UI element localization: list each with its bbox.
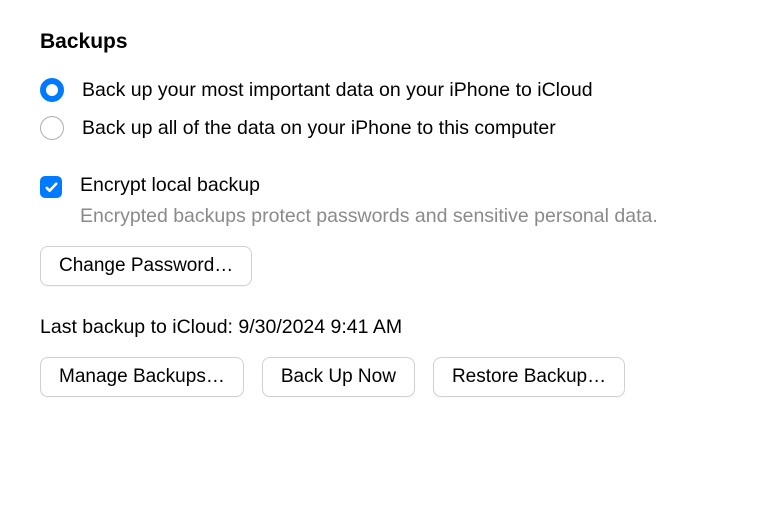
radio-icon <box>40 78 64 102</box>
restore-backup-button[interactable]: Restore Backup… <box>433 357 625 397</box>
section-title-backups: Backups <box>40 30 724 54</box>
radio-label-local: Back up all of the data on your iPhone t… <box>82 117 556 140</box>
last-backup-text: Last backup to iCloud: 9/30/2024 9:41 AM <box>40 316 724 339</box>
back-up-now-button[interactable]: Back Up Now <box>262 357 415 397</box>
manage-backups-button[interactable]: Manage Backups… <box>40 357 244 397</box>
checkbox-label-encrypt: Encrypt local backup <box>80 174 658 197</box>
radio-icon <box>40 116 64 140</box>
radio-row-icloud[interactable]: Back up your most important data on your… <box>40 78 724 102</box>
radio-row-local[interactable]: Back up all of the data on your iPhone t… <box>40 116 724 140</box>
button-row-actions: Manage Backups… Back Up Now Restore Back… <box>40 357 724 397</box>
checkbox-text-wrap: Encrypt local backup Encrypted backups p… <box>80 174 658 228</box>
radio-label-icloud: Back up your most important data on your… <box>82 79 593 102</box>
change-password-button[interactable]: Change Password… <box>40 246 252 286</box>
button-row-password: Change Password… <box>40 246 724 286</box>
checkbox-description-encrypt: Encrypted backups protect passwords and … <box>80 205 658 228</box>
checkbox-row-encrypt[interactable]: Encrypt local backup Encrypted backups p… <box>40 174 724 228</box>
checkbox-checked-icon <box>40 176 62 198</box>
